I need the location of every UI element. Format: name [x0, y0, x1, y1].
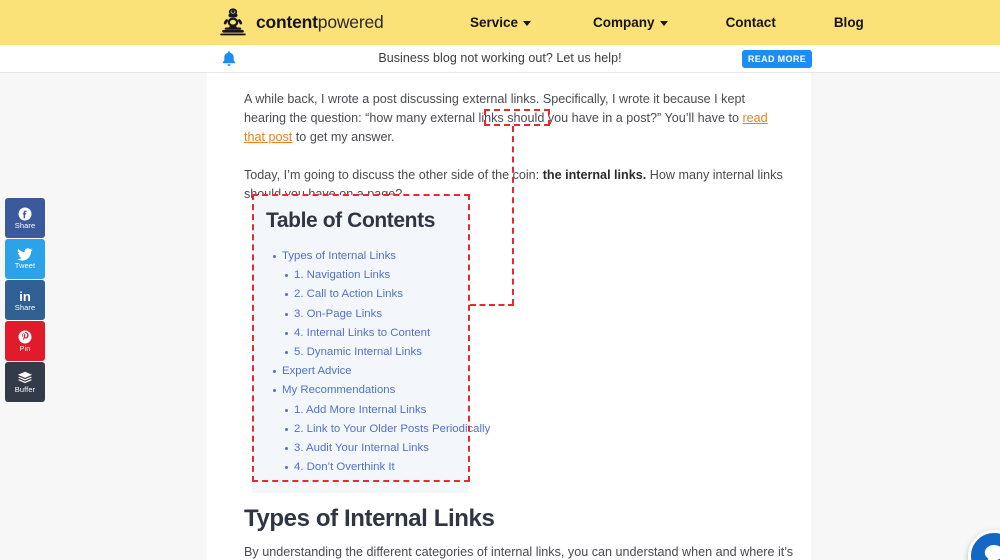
- toc-item-types-of-internal-links[interactable]: Types of Internal Links: [252, 247, 468, 266]
- share-button-linkedin[interactable]: in Share: [5, 280, 45, 320]
- svg-text:in: in: [19, 289, 31, 303]
- toc-item-my-recommendations[interactable]: My Recommendations: [252, 381, 468, 400]
- chevron-down-icon: [659, 21, 668, 26]
- social-share-rail: Share Tweet in Share Pin Buffer: [5, 198, 45, 402]
- browser-page: contentpowered Service Company Contact B…: [0, 0, 1000, 560]
- site-header: contentpowered Service Company Contact B…: [0, 0, 1000, 45]
- toc-item-expert-advice[interactable]: Expert Advice: [252, 362, 468, 381]
- brand-name-light: powered: [317, 11, 384, 32]
- facebook-icon: [18, 207, 32, 221]
- section-heading: Types of Internal Links: [244, 505, 495, 532]
- notification-bar: Business blog not working out? Let us he…: [0, 45, 1000, 73]
- toc-title: Table of Contents: [266, 209, 435, 232]
- brand-name-bold: content: [256, 11, 318, 32]
- share-label-buffer: Buffer: [14, 384, 36, 394]
- toc-item-add-more-internal-links[interactable]: 1. Add More Internal Links: [252, 401, 468, 420]
- brand-wordmark: contentpowered: [256, 12, 384, 33]
- paragraph-2-text-a: Today, I’m going to discuss the other si…: [244, 168, 543, 182]
- primary-navigation: Service Company Contact Blog: [470, 0, 864, 45]
- share-button-pinterest[interactable]: Pin: [5, 321, 45, 361]
- toc-item-internal-links-to-content[interactable]: 4. Internal Links to Content: [252, 324, 468, 343]
- share-label-pinterest: Pin: [19, 343, 31, 353]
- nav-label-blog: Blog: [833, 15, 864, 30]
- share-label-facebook: Share: [14, 220, 36, 230]
- linkedin-icon: in: [17, 289, 33, 303]
- toc-item-call-to-action-links[interactable]: 2. Call to Action Links: [252, 285, 468, 304]
- site-logo[interactable]: contentpowered: [219, 5, 384, 39]
- nav-label-company: Company: [593, 15, 655, 30]
- share-button-twitter[interactable]: Tweet: [5, 239, 45, 279]
- toc-item-audit-your-internal-links[interactable]: 3. Audit Your Internal Links: [252, 439, 468, 458]
- nav-item-service[interactable]: Service: [470, 15, 532, 30]
- toc-item-dont-overthink-it[interactable]: 4. Don’t Overthink It: [252, 458, 468, 477]
- table-of-contents: Table of Contents Types of Internal Link…: [252, 195, 490, 494]
- paragraph-1-text-a: A while back, I wrote a post discussing …: [244, 92, 745, 125]
- toc-item-dynamic-internal-links[interactable]: 5. Dynamic Internal Links: [252, 343, 468, 362]
- share-button-buffer[interactable]: Buffer: [5, 362, 45, 402]
- read-more-button[interactable]: READ MORE: [742, 50, 812, 68]
- toc-list: Types of Internal Links 1. Navigation Li…: [252, 247, 490, 477]
- nav-item-contact[interactable]: Contact: [726, 15, 776, 30]
- chat-bubble-icon: [982, 542, 1000, 560]
- section-paragraph: By understanding the different categorie…: [244, 545, 794, 559]
- share-label-twitter: Tweet: [14, 261, 36, 270]
- meditating-figure-icon: [219, 7, 247, 37]
- nav-label-service: Service: [470, 15, 519, 30]
- twitter-icon: [17, 248, 33, 261]
- nav-item-blog[interactable]: Blog: [834, 15, 864, 30]
- toc-item-link-to-older-posts[interactable]: 2. Link to Your Older Posts Periodically: [252, 420, 490, 439]
- nav-item-company[interactable]: Company: [593, 15, 668, 30]
- paragraph-1-text-b: to get my answer.: [292, 130, 395, 144]
- buffer-icon: [17, 371, 33, 385]
- paragraph-1: A while back, I wrote a post discussing …: [244, 90, 789, 147]
- share-button-facebook[interactable]: Share: [5, 198, 45, 238]
- notification-message: Business blog not working out? Let us he…: [378, 51, 622, 65]
- paragraph-2-bold: the internal links.: [542, 168, 647, 182]
- share-label-linkedin: Share: [14, 302, 36, 312]
- nav-label-contact: Contact: [725, 15, 776, 30]
- chat-widget-button[interactable]: [968, 530, 1000, 560]
- toc-item-navigation-links[interactable]: 1. Navigation Links: [252, 266, 468, 285]
- chevron-down-icon: [523, 21, 532, 26]
- article-body: A while back, I wrote a post discussing …: [244, 90, 789, 204]
- toc-item-on-page-links[interactable]: 3. On-Page Links: [252, 305, 468, 324]
- pinterest-icon: [18, 330, 32, 344]
